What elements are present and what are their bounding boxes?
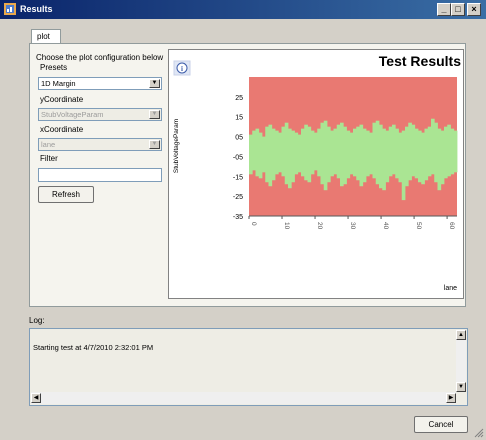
pass-column <box>440 130 445 185</box>
pass-column <box>252 130 256 171</box>
chevron-down-icon[interactable]: ▼ <box>149 79 160 88</box>
presets-label: Presets <box>40 63 68 72</box>
pass-column <box>362 128 367 183</box>
x-tick-label: 20 <box>316 222 323 230</box>
pass-column <box>411 124 416 177</box>
pass-column <box>340 122 344 187</box>
y-axis-label: StubVoltageParam <box>173 119 180 173</box>
scroll-up-icon[interactable]: ▲ <box>456 330 466 340</box>
log-horizontal-scrollbar[interactable] <box>31 392 456 404</box>
pass-column <box>258 132 263 179</box>
y-tick-label: -25 <box>233 194 243 201</box>
pass-column <box>421 132 425 185</box>
chevron-down-icon: ▼ <box>149 110 160 119</box>
plot-panel: Test Results i 25 15 05 -05 -15 -25 -35 0 10 20 30 40… <box>168 49 464 299</box>
pass-column <box>297 134 302 173</box>
ycoord-label: yCoordinate <box>40 95 84 104</box>
pass-column <box>424 128 429 181</box>
title-bar: Results _ □ × <box>0 0 486 19</box>
log-label: Log: <box>29 316 45 325</box>
x-tick-label: 60 <box>448 222 455 230</box>
resize-grip-icon[interactable] <box>474 428 484 438</box>
y-tick-label: -15 <box>233 174 243 181</box>
pass-column <box>249 134 253 175</box>
y-tick-label: 25 <box>235 95 243 102</box>
scroll-right-icon[interactable]: ▶ <box>446 393 456 403</box>
x-tick-label: 30 <box>349 222 356 230</box>
presets-value: 1D Margin <box>41 79 76 88</box>
y-tick-label: 05 <box>235 135 243 142</box>
ycoord-value: StubVoltageParam <box>41 110 104 119</box>
pass-column <box>375 120 380 185</box>
xcoord-label: xCoordinate <box>40 125 84 134</box>
refresh-button[interactable]: Refresh <box>38 186 94 203</box>
filter-input[interactable] <box>38 168 162 182</box>
pass-column <box>418 130 422 183</box>
cancel-button[interactable]: Cancel <box>414 416 468 433</box>
pass-column <box>379 124 383 189</box>
y-tick-label: -05 <box>233 154 243 161</box>
scroll-down-icon[interactable]: ▼ <box>456 382 466 392</box>
pass-column <box>291 130 295 183</box>
x-tick-label: 0 <box>250 222 257 226</box>
xcoord-value: lane <box>41 140 56 149</box>
y-tick-label: 15 <box>235 115 243 122</box>
info-icon-glyph: i <box>181 65 183 73</box>
pass-column <box>366 130 370 177</box>
pass-column <box>450 128 455 175</box>
close-button[interactable]: × <box>467 3 481 16</box>
y-tick-label: -35 <box>233 214 243 221</box>
presets-dropdown[interactable]: 1D Margin ▼ <box>38 77 162 90</box>
minimize-button[interactable]: _ <box>437 3 451 16</box>
pass-column <box>408 122 412 181</box>
pass-column <box>444 126 448 179</box>
x-tick-label: 10 <box>283 222 290 230</box>
xcoord-dropdown[interactable]: lane ▼ <box>38 138 162 151</box>
pass-column <box>333 128 338 175</box>
chevron-down-icon: ▼ <box>149 140 160 149</box>
ycoord-dropdown[interactable]: StubVoltageParam ▼ <box>38 108 162 121</box>
chart-title: Test Results <box>379 53 461 69</box>
app-icon <box>4 3 16 15</box>
pass-column <box>314 132 318 171</box>
pass-column <box>356 126 360 181</box>
window-title: Results <box>20 4 53 14</box>
config-heading: Choose the plot configuration below <box>36 53 164 62</box>
scroll-left-icon[interactable]: ◀ <box>31 393 41 403</box>
pass-column <box>447 124 451 177</box>
pass-column <box>271 128 276 181</box>
maximize-button[interactable]: □ <box>451 3 465 16</box>
tab-plot[interactable]: plot <box>31 29 61 44</box>
pass-column <box>278 132 282 173</box>
log-text: Starting test at 4/7/2010 2:32:01 PM <box>33 343 154 352</box>
filter-label: Filter <box>40 154 58 163</box>
results-chart: Test Results i 25 15 05 -05 -15 -25 -35 0 10 20 30 40… <box>173 53 461 292</box>
pass-column <box>434 122 438 183</box>
x-tick-label: 40 <box>382 222 389 230</box>
x-tick-label: 50 <box>415 222 422 230</box>
x-axis-label: lane <box>444 285 457 292</box>
pass-column <box>385 130 390 183</box>
pass-column <box>330 130 334 177</box>
